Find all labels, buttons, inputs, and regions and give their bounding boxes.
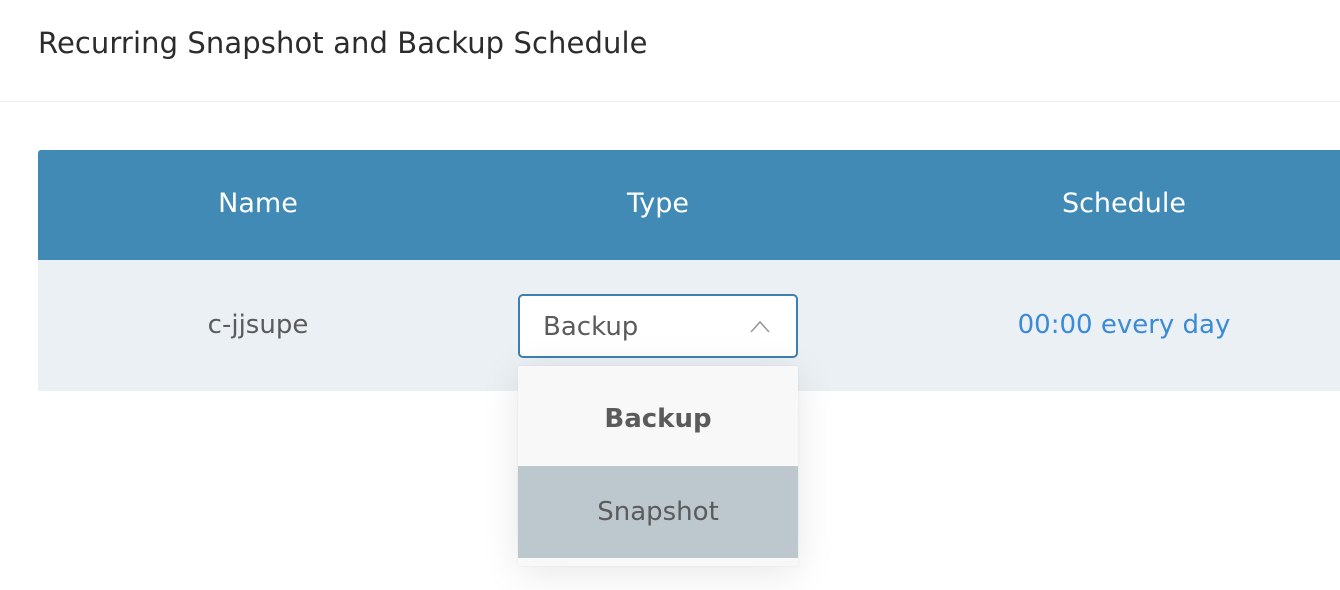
- title-bar: Recurring Snapshot and Backup Schedule: [0, 0, 1340, 102]
- type-dropdown-menu: Backup Snapshot: [518, 366, 798, 566]
- column-header-schedule: Schedule: [1061, 188, 1187, 219]
- column-header-type: Type: [626, 188, 689, 219]
- chevron-up-icon: [750, 320, 770, 333]
- schedule-link[interactable]: 00:00 every day: [964, 260, 1284, 391]
- option-backup[interactable]: Backup: [518, 366, 798, 466]
- page: Recurring Snapshot and Backup Schedule N…: [0, 0, 1340, 590]
- page-title: Recurring Snapshot and Backup Schedule: [38, 26, 648, 60]
- row-name-cell: c-jjsupe: [207, 310, 309, 340]
- schedule-table: Name Type Schedule c-jjsupe 00:00 every …: [38, 150, 1340, 391]
- column-header-name: Name: [218, 188, 298, 219]
- option-snapshot[interactable]: Snapshot: [518, 466, 798, 558]
- type-select-value: Backup: [543, 312, 639, 342]
- type-select[interactable]: Backup: [518, 294, 798, 358]
- table-header: Name Type Schedule: [38, 150, 1340, 260]
